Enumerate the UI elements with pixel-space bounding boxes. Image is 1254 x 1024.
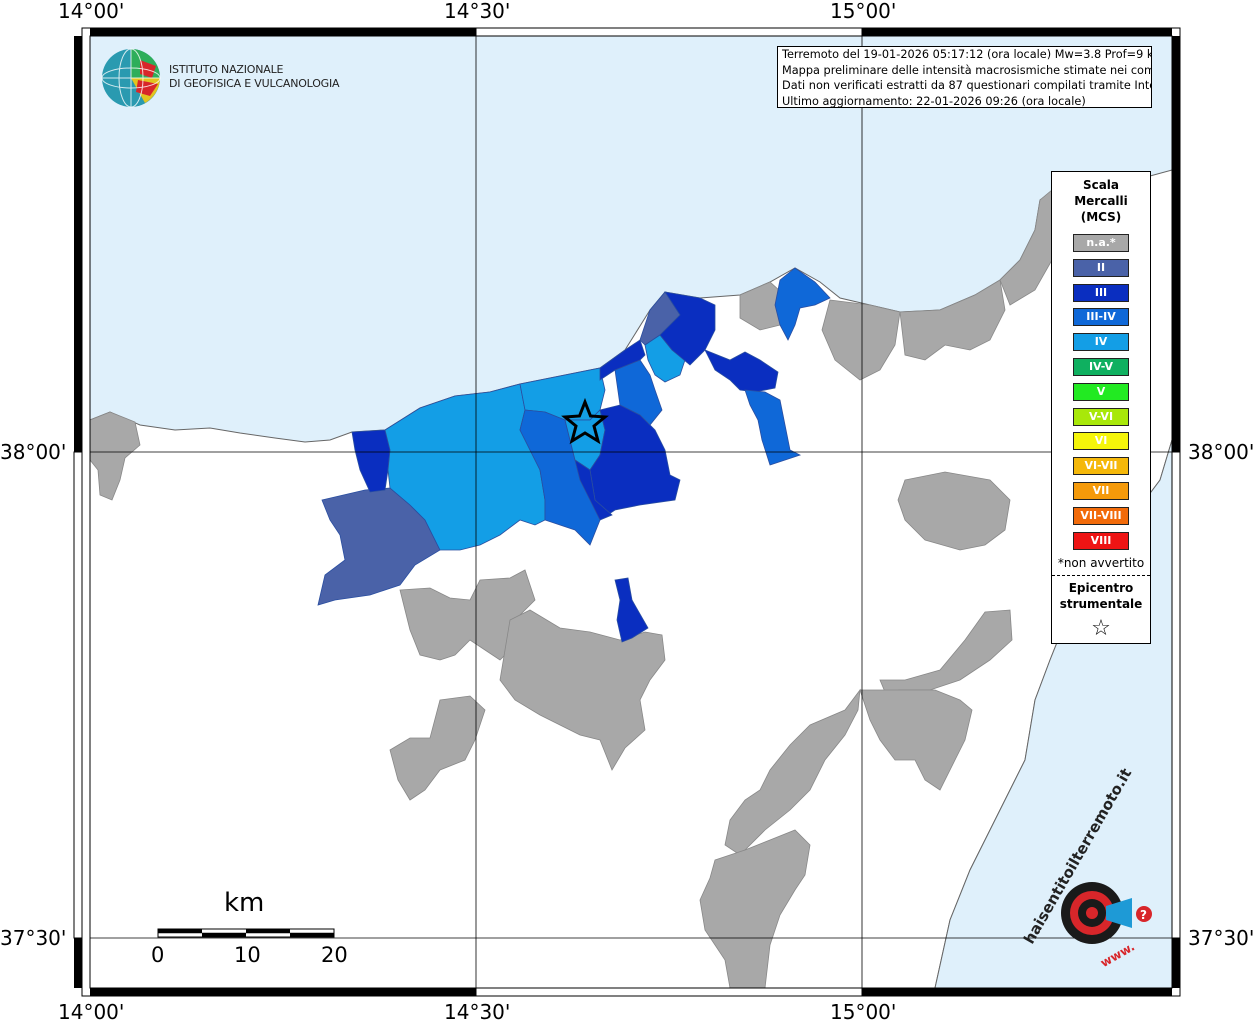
legend-title: Scala Mercalli (MCS)	[1052, 177, 1150, 225]
lon-label-bottom-1: 14°00'	[58, 1000, 125, 1024]
scale-label-0: 0	[151, 943, 165, 967]
legend-item: n.a.*	[1073, 234, 1129, 252]
legend-item: VII	[1073, 481, 1129, 500]
lon-label-top-3: 15°00'	[830, 0, 897, 23]
legend-title-line: Mercalli	[1074, 194, 1128, 208]
legend-item: V	[1073, 382, 1129, 401]
lon-label-bottom-3: 15°00'	[830, 1000, 897, 1024]
lon-label-top-1: 14°00'	[58, 0, 125, 23]
legend-item: V-VI	[1073, 407, 1129, 426]
lat-label-right-2: 37°30'	[1188, 926, 1254, 950]
ingv-logo-icon	[101, 48, 161, 108]
scale-label-20: 20	[321, 943, 348, 967]
legend-note: *non avvertito	[1057, 556, 1145, 571]
legend-star-icon: ☆	[1091, 616, 1111, 642]
legend-item: VI	[1073, 432, 1129, 451]
ingv-logo-text: ISTITUTO NAZIONALE DI GEOFISICA E VULCAN…	[169, 63, 340, 91]
lon-label-top-2: 14°30'	[444, 0, 511, 23]
info-line-map: Mappa preliminare delle intensità macros…	[782, 63, 1152, 77]
scale-title: km	[224, 888, 265, 918]
legend-item: VI-VII	[1073, 457, 1129, 476]
svg-text:?: ?	[1140, 908, 1147, 922]
legend-items: n.a.* II III III-IV IV IV-V V V-VI VI VI-VII VII VI…	[1052, 234, 1150, 550]
info-line-data: Dati non verificati estratti da 87 quest…	[782, 79, 1152, 92]
info-line-update: Ultimo aggiornamento: 22-01-2026 09:26 (…	[782, 94, 1086, 108]
legend-item: III	[1073, 283, 1129, 302]
lat-label-left-1: 38°00'	[0, 440, 67, 464]
lat-label-left-2: 37°30'	[0, 926, 67, 950]
legend-epicenter-line: strumentale	[1059, 597, 1143, 612]
legend-item: VII-VIII	[1073, 506, 1129, 525]
legend-epicenter-label: Epicentro strumentale	[1052, 580, 1150, 612]
legend-item: IV	[1073, 333, 1129, 352]
legend-item: VIII	[1073, 531, 1129, 550]
legend-title-line: Scala	[1082, 178, 1120, 192]
info-line-event: Terremoto del 19-01-2026 05:17:12 (ora l…	[782, 48, 1152, 61]
legend-item: III-IV	[1073, 308, 1129, 327]
ingv-logo-line2: DI GEOFISICA E VULCANOLOGIA	[169, 77, 340, 90]
mcs-legend: Scala Mercalli (MCS) n.a.* II III III-IV IV I…	[1051, 171, 1151, 644]
event-info-box: Terremoto del 19-01-2026 05:17:12 (ora l…	[777, 46, 1152, 108]
legend-item: II	[1073, 258, 1129, 277]
lat-label-right-1: 38°00'	[1188, 440, 1254, 464]
legend-title-line: (MCS)	[1080, 210, 1122, 224]
scale-bar	[157, 928, 335, 938]
legend-item: IV-V	[1073, 357, 1129, 376]
ingv-logo-line1: ISTITUTO NAZIONALE	[169, 63, 284, 76]
lon-label-bottom-2: 14°30'	[444, 1000, 511, 1024]
scale-label-10: 10	[234, 943, 261, 967]
legend-epicenter-line: Epicentro	[1068, 581, 1134, 596]
legend-divider	[1052, 575, 1150, 577]
